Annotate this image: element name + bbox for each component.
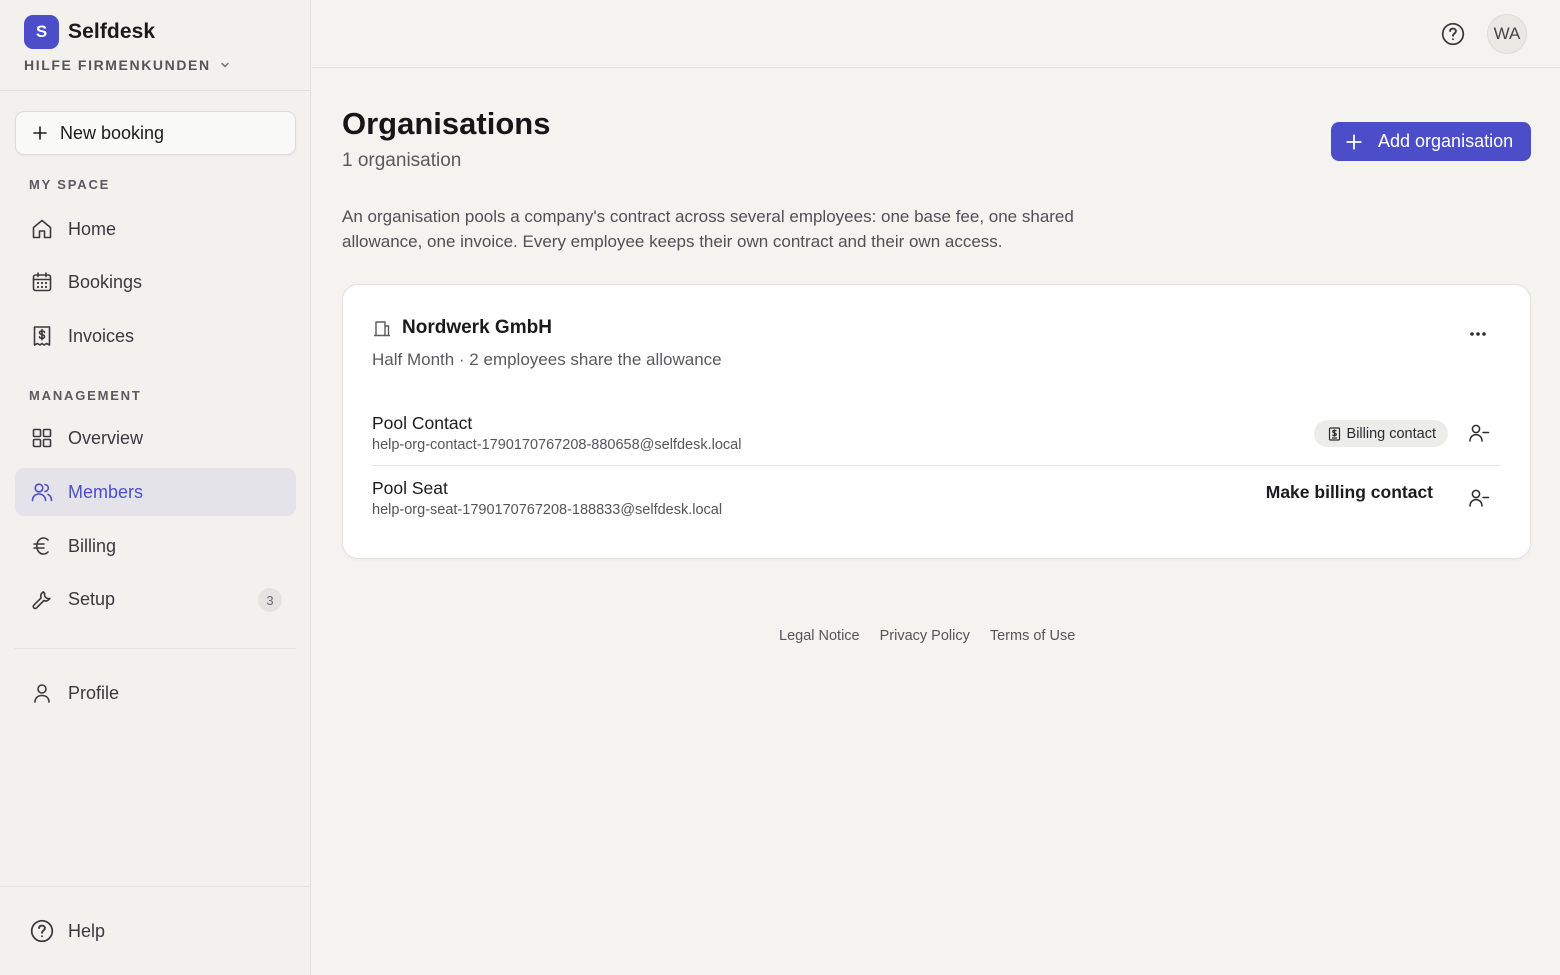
chevron-down-icon — [211, 59, 231, 71]
sidebar: S Selfdesk HILFE FIRMENKUNDEN New bookin… — [0, 0, 311, 975]
sidebar-item-label: Setup — [68, 588, 116, 609]
make-billing-contact-button[interactable]: Make billing contact — [1266, 482, 1433, 503]
sidebar-divider — [0, 90, 311, 91]
sidebar-item-members[interactable]: Members — [15, 468, 296, 516]
legal-notice-link[interactable]: Legal Notice — [779, 628, 860, 644]
plus-icon — [32, 125, 48, 141]
footer-links: Legal Notice Privacy Policy Terms of Use — [779, 628, 1095, 644]
sidebar-help-link[interactable]: Help — [29, 918, 105, 944]
brand: S Selfdesk — [24, 15, 155, 49]
sidebar-item-bookings[interactable]: Bookings — [15, 258, 296, 306]
receipt-icon — [1328, 426, 1341, 441]
member-row: Pool Contact help-org-contact-1790170767… — [372, 405, 1501, 466]
billing-contact-label: Billing contact — [1346, 425, 1436, 442]
page-title: Organisations — [342, 106, 551, 141]
member-email: help-org-seat-1790170767208-188833@selfd… — [372, 502, 723, 518]
sidebar-item-label: Profile — [68, 682, 120, 703]
sidebar-item-label: Members — [68, 481, 144, 502]
help-label: Help — [68, 920, 106, 941]
privacy-policy-link[interactable]: Privacy Policy — [880, 628, 970, 644]
user-icon — [29, 680, 55, 706]
organisation-card: Nordwerk GmbH Half Month · 2 employees s… — [342, 284, 1531, 559]
organisation-meta: Half Month · 2 employees share the allow… — [372, 350, 722, 369]
sidebar-item-label: Overview — [68, 427, 144, 448]
topbar: WA — [312, 0, 1560, 68]
organisation-name: Nordwerk GmbH — [402, 317, 552, 338]
workspace-switcher[interactable]: HILFE FIRMENKUNDEN — [24, 57, 231, 73]
user-minus-icon — [1468, 487, 1490, 509]
sidebar-item-label: Bookings — [68, 271, 143, 292]
sidebar-item-label: Home — [68, 218, 117, 239]
wrench-icon — [29, 586, 55, 612]
help-circle-icon[interactable] — [1440, 21, 1466, 47]
sidebar-item-billing[interactable]: Billing — [15, 522, 296, 570]
member-row: Pool Seat help-org-seat-1790170767208-18… — [372, 470, 1501, 530]
sidebar-item-profile[interactable]: Profile — [15, 669, 296, 717]
plus-icon — [1345, 133, 1363, 151]
user-minus-icon — [1468, 422, 1490, 444]
remove-member-button[interactable] — [1467, 421, 1491, 445]
sidebar-divider — [0, 886, 311, 887]
brand-logo: S — [24, 15, 59, 49]
users-icon — [29, 479, 55, 505]
section-label-my-space: MY SPACE — [29, 177, 111, 192]
brand-name: Selfdesk — [68, 20, 156, 43]
avatar[interactable]: WA — [1487, 14, 1527, 54]
new-booking-label: New booking — [60, 122, 165, 143]
billing-contact-badge: Billing contact — [1313, 420, 1448, 447]
section-label-management: MANAGEMENT — [29, 388, 142, 403]
member-email: help-org-contact-1790170767208-880658@se… — [372, 437, 742, 453]
sidebar-item-overview[interactable]: Overview — [15, 414, 296, 462]
add-organisation-label: Add organisation — [1378, 131, 1514, 151]
grid-icon — [29, 425, 55, 451]
setup-count-badge: 3 — [258, 588, 282, 612]
invoice-icon — [29, 323, 55, 349]
calendar-icon — [29, 269, 55, 295]
terms-of-use-link[interactable]: Terms of Use — [990, 628, 1075, 644]
sidebar-item-setup[interactable]: Setup 3 — [15, 575, 296, 623]
add-organisation-button[interactable]: Add organisation — [1331, 122, 1531, 161]
intro-text: An organisation pools a company's contra… — [342, 207, 1074, 251]
remove-member-button[interactable] — [1467, 486, 1491, 510]
member-name: Pool Contact — [372, 413, 473, 433]
member-name: Pool Seat — [372, 478, 448, 498]
home-icon — [29, 216, 55, 242]
workspace-name: HILFE FIRMENKUNDEN — [24, 57, 211, 73]
sidebar-item-invoices[interactable]: Invoices — [15, 312, 296, 360]
sidebar-divider — [15, 648, 296, 649]
euro-icon — [29, 533, 55, 559]
help-circle-icon — [29, 918, 55, 944]
sidebar-item-label: Billing — [68, 535, 117, 556]
new-booking-button[interactable]: New booking — [15, 111, 296, 155]
organisation-header: Nordwerk GmbH — [372, 317, 552, 339]
sidebar-item-label: Invoices — [68, 325, 135, 346]
building-icon — [372, 318, 392, 338]
page-subtitle: 1 organisation — [342, 150, 462, 171]
sidebar-item-home[interactable]: Home — [15, 205, 296, 253]
more-options-icon[interactable] — [1465, 321, 1491, 347]
